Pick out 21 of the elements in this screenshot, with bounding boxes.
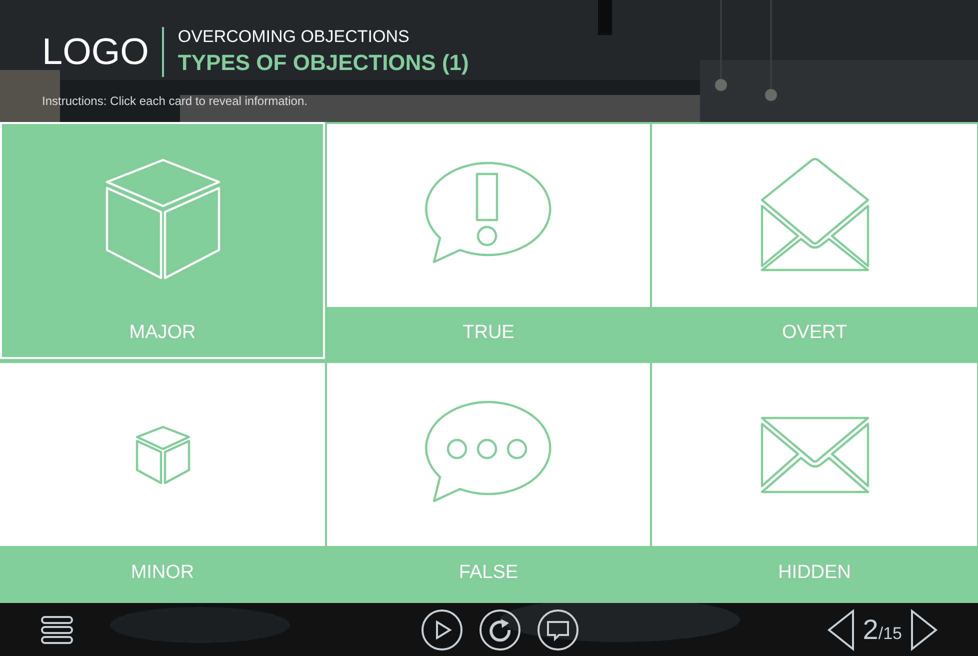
card-label: HIDDEN <box>778 562 851 584</box>
instructions-text: Instructions: Click each card to reveal information. <box>42 94 308 108</box>
card-label: OVERT <box>782 322 848 344</box>
card-label: FALSE <box>458 562 518 584</box>
card-label: MAJOR <box>129 322 196 344</box>
page-counter: 2/15 <box>862 614 902 646</box>
course-title: OVERCOMING OBJECTIONS <box>178 26 410 48</box>
card-label: TRUE <box>462 322 514 344</box>
play-icon[interactable] <box>421 608 464 650</box>
logo: LOGO <box>42 30 149 74</box>
comment-icon[interactable] <box>537 608 580 650</box>
cube-icon <box>134 424 190 484</box>
slide-title: TYPES OF OBJECTIONS (1) <box>178 49 469 77</box>
objection-card[interactable]: MAJOR <box>0 122 325 359</box>
next-icon[interactable] <box>910 608 938 650</box>
menu-icon[interactable] <box>40 614 74 644</box>
card-label: MINOR <box>130 562 194 584</box>
replay-icon[interactable] <box>479 608 522 650</box>
envelope-icon <box>760 158 870 274</box>
previous-icon[interactable] <box>826 608 855 650</box>
envelope-icon <box>760 416 870 494</box>
